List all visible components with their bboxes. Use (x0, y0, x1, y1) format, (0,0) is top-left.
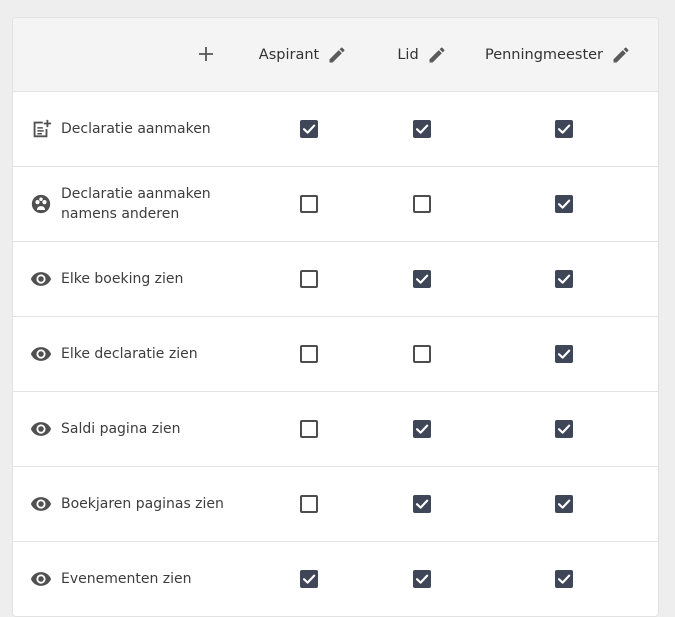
group-icon (30, 193, 52, 215)
checkbox-lid[interactable] (413, 420, 431, 438)
eye-icon (30, 568, 52, 590)
role-label: Penningmeester (484, 46, 604, 63)
pencil-icon (613, 46, 629, 62)
eye-icon (30, 418, 52, 440)
role-label: Aspirant (258, 46, 320, 63)
pencil-icon (429, 46, 445, 62)
checkbox-penningmeester[interactable] (555, 570, 573, 588)
role-header-lid: Lid (377, 18, 467, 91)
checkbox-lid[interactable] (413, 570, 431, 588)
checkbox-lid[interactable] (413, 345, 431, 363)
permission-label: Elke boeking zien (61, 271, 184, 287)
checkbox-lid[interactable] (413, 120, 431, 138)
checkbox-aspirant[interactable] (300, 420, 318, 438)
edit-role-lid-button[interactable] (427, 45, 447, 65)
checkbox-penningmeester[interactable] (555, 345, 573, 363)
table-row: Elke boeking zien (13, 242, 658, 317)
checkbox-lid[interactable] (413, 270, 431, 288)
pencil-icon (329, 46, 345, 62)
permissions-panel: Aspirant Lid Penningmeester Declaratie a… (12, 17, 659, 617)
checkbox-lid[interactable] (413, 495, 431, 513)
checkbox-penningmeester[interactable] (555, 270, 573, 288)
checkbox-aspirant[interactable] (300, 345, 318, 363)
table-row: Declaratie aanmaken (13, 92, 658, 167)
table-row: Declaratie aanmaken namens anderen (13, 167, 658, 242)
eye-icon (30, 343, 52, 365)
permission-label: Declaratie aanmaken (61, 121, 211, 137)
roles-header: Aspirant Lid Penningmeester (13, 18, 658, 92)
checkbox-penningmeester[interactable] (555, 495, 573, 513)
role-header-aspirant: Aspirant (243, 18, 363, 91)
table-row: Elke declaratie zien (13, 317, 658, 392)
add-role-button[interactable] (196, 44, 216, 64)
checkbox-lid[interactable] (413, 195, 431, 213)
checkbox-aspirant[interactable] (300, 495, 318, 513)
checkbox-aspirant[interactable] (300, 120, 318, 138)
plus-icon (199, 47, 213, 61)
table-row: Evenementen zien (13, 542, 658, 616)
role-label: Lid (397, 46, 419, 63)
checkbox-aspirant[interactable] (300, 195, 318, 213)
checkbox-penningmeester[interactable] (555, 420, 573, 438)
table-row: Boekjaren paginas zien (13, 467, 658, 542)
table-row: Saldi pagina zien (13, 392, 658, 467)
permission-label: Boekjaren paginas zien (61, 496, 224, 512)
eye-icon (30, 493, 52, 515)
checkbox-penningmeester[interactable] (555, 195, 573, 213)
edit-role-aspirant-button[interactable] (327, 45, 347, 65)
checkbox-aspirant[interactable] (300, 270, 318, 288)
permission-label: Evenementen zien (61, 571, 192, 587)
role-header-penningmeester: Penningmeester (473, 18, 643, 91)
edit-role-penningmeester-button[interactable] (611, 45, 631, 65)
checkbox-aspirant[interactable] (300, 570, 318, 588)
permission-label: Elke declaratie zien (61, 346, 198, 362)
checkbox-penningmeester[interactable] (555, 120, 573, 138)
note-add-icon (30, 118, 52, 140)
permission-label: Saldi pagina zien (61, 421, 181, 437)
eye-icon (30, 268, 52, 290)
permission-label: Declaratie aanmaken namens anderen (61, 186, 211, 222)
